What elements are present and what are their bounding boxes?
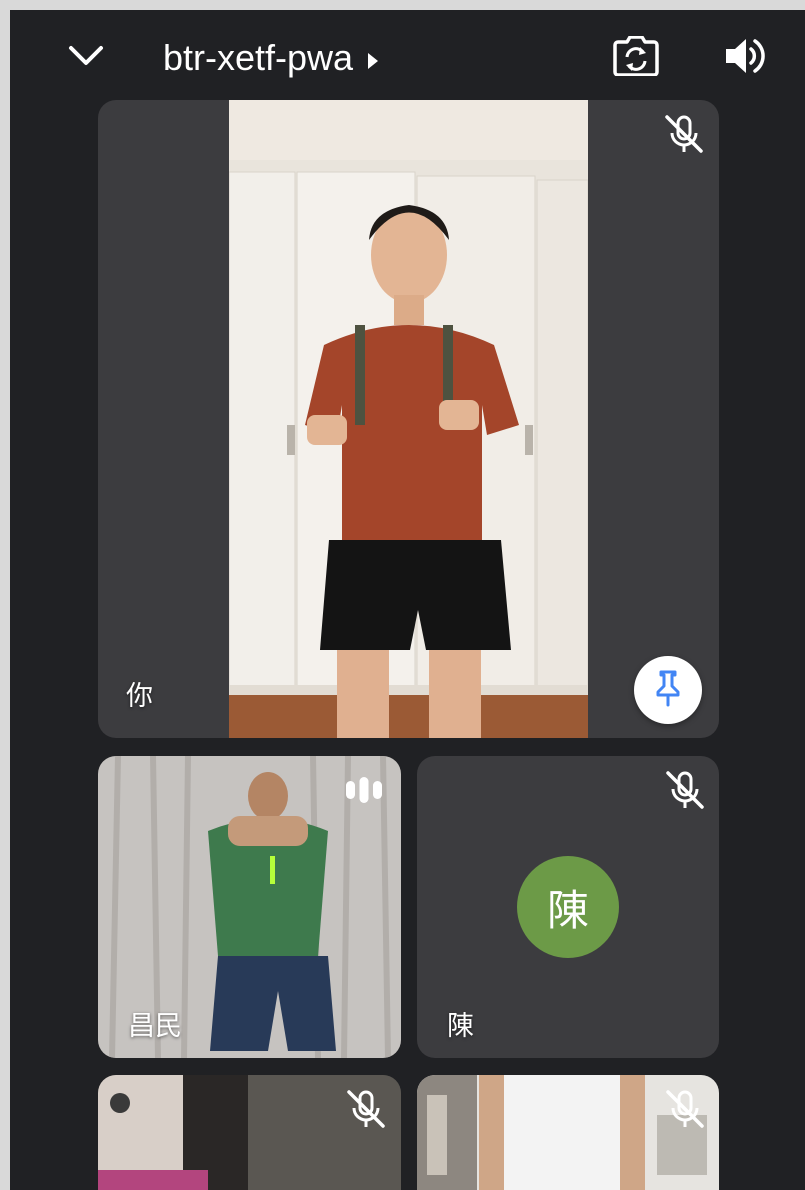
participant-name: 陳 [447, 1011, 474, 1041]
audio-level-status [341, 772, 387, 812]
avatar: 陳 [517, 856, 619, 958]
participant-tile-4[interactable] [98, 1075, 401, 1190]
camera-flip-icon [613, 34, 659, 81]
pin-button[interactable] [634, 656, 702, 724]
mic-off-status [659, 112, 709, 160]
participant-video [229, 100, 588, 738]
caret-right-icon [367, 37, 379, 79]
meeting-details-link[interactable]: btr-xetf-pwa [163, 36, 379, 80]
participant-name: 你 [126, 681, 153, 711]
participant-tile-self[interactable]: 你 [98, 100, 719, 738]
top-bar: btr-xetf-pwa [10, 10, 805, 100]
participant-tile-5[interactable] [417, 1075, 719, 1190]
collapse-button[interactable] [60, 35, 112, 81]
mic-off-status [660, 1087, 710, 1135]
mic-off-icon [663, 1087, 707, 1136]
mic-off-icon [662, 112, 706, 161]
mic-off-icon [344, 1087, 388, 1136]
switch-camera-button[interactable] [608, 34, 664, 82]
mic-off-status [660, 768, 710, 816]
participant-name: 昌民 [128, 1011, 182, 1041]
mic-off-icon [663, 768, 707, 817]
participant-tile-changmin[interactable]: 昌民 [98, 756, 401, 1058]
meeting-code: btr-xetf-pwa [163, 37, 354, 78]
chevron-down-icon [68, 45, 104, 72]
speaker-icon [724, 36, 768, 81]
pin-icon [653, 669, 683, 712]
meet-call-screen: btr-xetf-pwa 你 昌民 陳 陳 [10, 10, 805, 1190]
audio-level-icon [344, 774, 384, 811]
audio-output-button[interactable] [718, 34, 774, 82]
participant-tile-chen[interactable]: 陳 陳 [417, 756, 719, 1058]
mic-off-status [341, 1087, 391, 1135]
